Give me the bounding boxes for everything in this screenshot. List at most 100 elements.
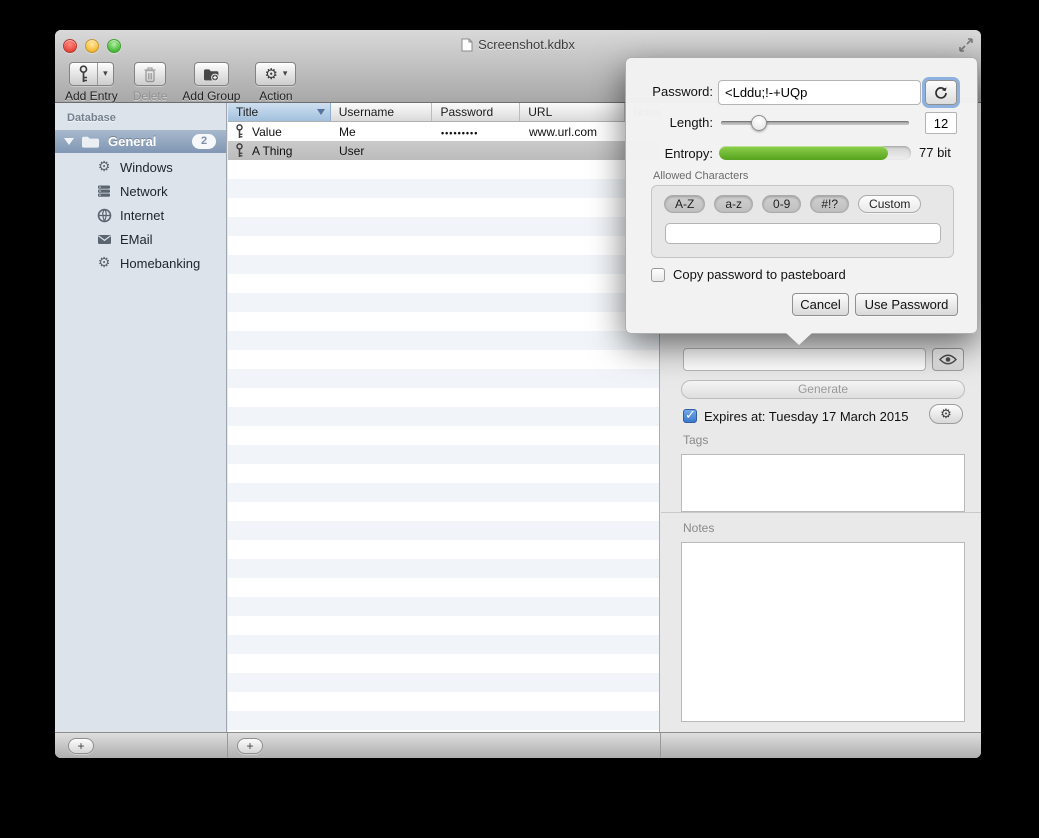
charset-pill-custom[interactable]: Custom [858,195,921,213]
sidebar-items: ⚙ Windows Network Internet [55,155,226,275]
sort-descending-icon [317,109,325,115]
key-icon [235,124,244,139]
tags-label: Tags [683,433,708,447]
custom-characters-input[interactable] [665,223,941,244]
chevron-down-icon: ▾ [103,69,108,79]
charset-pill-lowercase[interactable]: a-z [714,195,753,213]
column-header-label: Username [339,105,394,119]
expires-settings-button[interactable]: ⚙ [929,404,963,424]
generated-password-input[interactable] [718,80,921,105]
sidebar-section-header: Database [67,112,116,124]
sidebar-item-label: Windows [120,160,173,175]
password-label: Password: [626,84,713,99]
charset-pill-uppercase[interactable]: A-Z [664,195,705,213]
length-value-input[interactable] [925,112,957,134]
copy-row: Copy password to pasteboard [651,267,846,282]
entry-password-field[interactable] [683,348,926,371]
add-entry-plus-button[interactable]: + [237,738,263,754]
column-header-url[interactable]: URL [520,103,625,121]
window-title: Screenshot.kdbx [55,37,981,52]
sidebar-item-label: Homebanking [120,256,200,271]
key-icon [70,63,97,85]
server-icon [95,184,113,198]
eye-icon [939,354,957,365]
entropy-meter [719,146,911,160]
delete-button[interactable] [134,62,166,86]
key-icon [235,143,244,158]
fullscreen-icon[interactable] [958,37,974,53]
regenerate-button[interactable] [925,80,957,105]
allowed-characters-label: Allowed Characters [653,170,748,182]
toolbar: ▾ Add Entry Delete Add Group [65,62,296,103]
section-divider [661,512,981,513]
entry-password-dots: ••••••••• [433,126,521,138]
chevron-down-icon: ▾ [283,69,288,79]
length-slider[interactable] [721,121,909,125]
entropy-label: Entropy: [626,146,713,161]
column-header-username[interactable]: Username [331,103,433,121]
copy-label: Copy password to pasteboard [673,267,846,282]
copy-checkbox[interactable] [651,268,665,282]
delete-label: Delete [133,89,168,103]
column-header-password[interactable]: Password [432,103,520,121]
sidebar-group-general[interactable]: General 2 [55,130,226,153]
add-group-button[interactable] [194,62,229,86]
add-entry-dropdown[interactable]: ▾ [97,63,113,85]
entry-table-header: Title Username Password URL Notes [228,103,659,122]
toolbar-item-add-group: Add Group [182,62,240,103]
globe-icon [95,208,113,223]
entropy-value: 77 bit [919,145,951,160]
table-row[interactable]: A Thing User [228,141,659,160]
column-header-title[interactable]: Title [228,103,331,121]
window-title-text: Screenshot.kdbx [478,37,575,52]
expires-checkbox[interactable] [683,409,697,423]
toolbar-item-add-entry: ▾ Add Entry [65,62,118,103]
entry-list: Title Username Password URL Notes Value … [228,103,660,732]
entry-list-stripes[interactable] [228,122,659,732]
expires-label: Expires at: Tuesday 17 March 2015 [704,409,909,424]
refresh-icon [934,86,948,100]
gear-icon: ⚙ [95,255,113,271]
document-icon [461,38,473,52]
column-header-label: URL [528,105,552,119]
sidebar-item-network[interactable]: Network [55,179,226,203]
gear-icon: ⚙ [940,407,952,422]
expires-row: Expires at: Tuesday 17 March 2015 [683,406,967,426]
sidebar-item-label: Internet [120,208,164,223]
titlebar[interactable]: Screenshot.kdbx [55,30,981,60]
sidebar-item-label: Network [120,184,168,199]
show-password-button[interactable] [932,348,964,371]
action-button[interactable]: ⚙ ▾ [255,62,296,86]
action-label: Action [259,89,292,103]
allowed-characters-box: A-Z a-z 0-9 #!? Custom [651,185,954,258]
entry-title: A Thing [252,144,292,158]
group-count-badge: 2 [192,134,216,149]
add-entry-button[interactable]: ▾ [69,62,114,86]
table-row[interactable]: Value Me ••••••••• www.url.com [228,122,659,141]
generate-button[interactable]: Generate [681,380,965,399]
entropy-fill [719,146,888,160]
divider [660,733,661,758]
gear-icon: ⚙ [264,67,277,82]
length-label: Length: [626,115,713,130]
sidebar-item-homebanking[interactable]: ⚙ Homebanking [55,251,226,275]
tags-field[interactable] [681,454,965,512]
add-entry-label: Add Entry [65,89,118,103]
entry-username: Me [331,125,433,139]
app-window: Screenshot.kdbx ▾ Add Entry [55,30,981,758]
sidebar-item-windows[interactable]: ⚙ Windows [55,155,226,179]
cancel-button[interactable]: Cancel [792,293,849,316]
toolbar-item-delete: Delete [133,62,168,103]
length-slider-thumb[interactable] [751,115,767,131]
notes-field[interactable] [681,542,965,722]
add-group-plus-button[interactable]: + [68,738,94,754]
sidebar-item-email[interactable]: EMail [55,227,226,251]
disclosure-triangle-icon[interactable] [64,138,74,145]
folder-icon [81,135,100,149]
add-group-label: Add Group [182,89,240,103]
charset-pill-digits[interactable]: 0-9 [762,195,801,213]
use-password-button[interactable]: Use Password [855,293,958,316]
sidebar-item-internet[interactable]: Internet [55,203,226,227]
charset-pill-symbols[interactable]: #!? [810,195,849,213]
notes-label: Notes [683,521,714,535]
